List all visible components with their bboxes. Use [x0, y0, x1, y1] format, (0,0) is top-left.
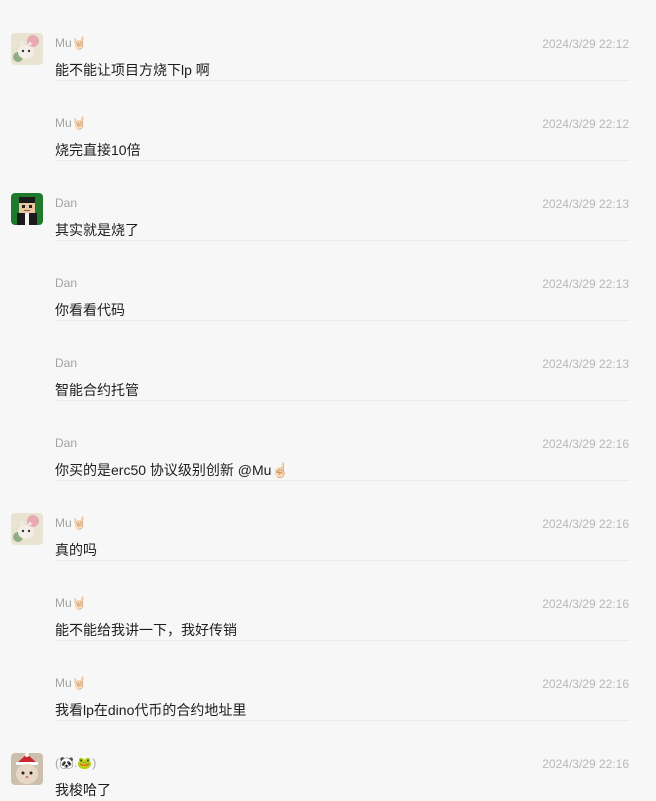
sender-name[interactable]: Mu🤘🏻 — [55, 674, 87, 692]
message-text: 真的吗 — [55, 542, 97, 558]
sender-name[interactable]: Mu🤘🏻 — [55, 114, 87, 132]
message-item: Dan 2024/3/29 22:13 你看看代码 — [0, 240, 656, 320]
pixel-character-avatar[interactable] — [11, 193, 43, 225]
message-divider — [55, 320, 629, 321]
message-item: Mu🤘🏻 2024/3/29 22:12 烧完直接10倍 — [0, 80, 656, 160]
message-divider — [55, 400, 629, 401]
message-divider — [55, 720, 629, 721]
message-text: 我看lp在dino代币的合约地址里 — [55, 702, 247, 718]
message-timestamp: 2024/3/29 22:16 — [542, 677, 629, 691]
message-divider — [55, 560, 629, 561]
message-timestamp: 2024/3/29 22:12 — [542, 117, 629, 131]
message-timestamp: 2024/3/29 22:13 — [542, 277, 629, 291]
sender-name[interactable]: Mu🤘🏻 — [55, 34, 87, 52]
message-timestamp: 2024/3/29 22:13 — [542, 197, 629, 211]
sender-name[interactable]: Mu🤘🏻 — [55, 594, 87, 612]
message-text: 智能合约托管 — [55, 382, 139, 398]
message-timestamp: 2024/3/29 22:16 — [542, 757, 629, 771]
message-timestamp: 2024/3/29 22:16 — [542, 437, 629, 451]
sender-name[interactable]: Mu🤘🏻 — [55, 514, 87, 532]
sender-name[interactable]: Dan — [55, 354, 77, 372]
sender-name[interactable]: Dan — [55, 434, 77, 452]
message-divider — [55, 240, 629, 241]
chat-message-list[interactable]: Mu🤘🏻 2024/3/29 22:12 能不能让项目方烧下lp 啊 Mu🤘🏻 … — [0, 0, 656, 801]
message-item: Dan 2024/3/29 22:16 你买的是erc50 协议级别创新 @Mu… — [0, 400, 656, 480]
message-divider — [55, 480, 629, 481]
message-item: Mu🤘🏻 2024/3/29 22:16 我看lp在dino代币的合约地址里 — [0, 640, 656, 720]
message-item: Mu🤘🏻 2024/3/29 22:16 能不能给我讲一下，我好传销 — [0, 560, 656, 640]
sender-name[interactable]: Dan — [55, 194, 77, 212]
message-divider — [55, 160, 629, 161]
message-text: 能不能让项目方烧下lp 啊 — [55, 62, 210, 78]
message-text: 你买的是erc50 协议级别创新 @Mu☝🏻 — [55, 462, 289, 478]
message-text: 我梭哈了 — [55, 782, 111, 798]
cat-flower-avatar[interactable] — [11, 513, 43, 545]
message-text: 其实就是烧了 — [55, 222, 139, 238]
message-text: 能不能给我讲一下，我好传销 — [55, 622, 237, 638]
message-item: (🐼.🐸) 2024/3/29 22:16 我梭哈了 — [0, 720, 656, 800]
message-timestamp: 2024/3/29 22:13 — [542, 357, 629, 371]
message-item: Dan 2024/3/29 22:13 其实就是烧了 — [0, 160, 656, 240]
message-divider — [55, 80, 629, 81]
cat-flower-avatar[interactable] — [11, 33, 43, 65]
message-timestamp: 2024/3/29 22:16 — [542, 597, 629, 611]
sender-name[interactable]: Dan — [55, 274, 77, 292]
message-item: Mu🤘🏻 2024/3/29 22:12 能不能让项目方烧下lp 啊 — [0, 0, 656, 80]
message-text: 你看看代码 — [55, 302, 125, 318]
message-timestamp: 2024/3/29 22:12 — [542, 37, 629, 51]
message-divider — [55, 640, 629, 641]
message-item: Mu🤘🏻 2024/3/29 22:16 真的吗 — [0, 480, 656, 560]
message-timestamp: 2024/3/29 22:16 — [542, 517, 629, 531]
message-item: Dan 2024/3/29 22:13 智能合约托管 — [0, 320, 656, 400]
christmas-cat-avatar[interactable] — [11, 753, 43, 785]
message-text: 烧完直接10倍 — [55, 142, 141, 158]
sender-name[interactable]: (🐼.🐸) — [55, 754, 96, 772]
